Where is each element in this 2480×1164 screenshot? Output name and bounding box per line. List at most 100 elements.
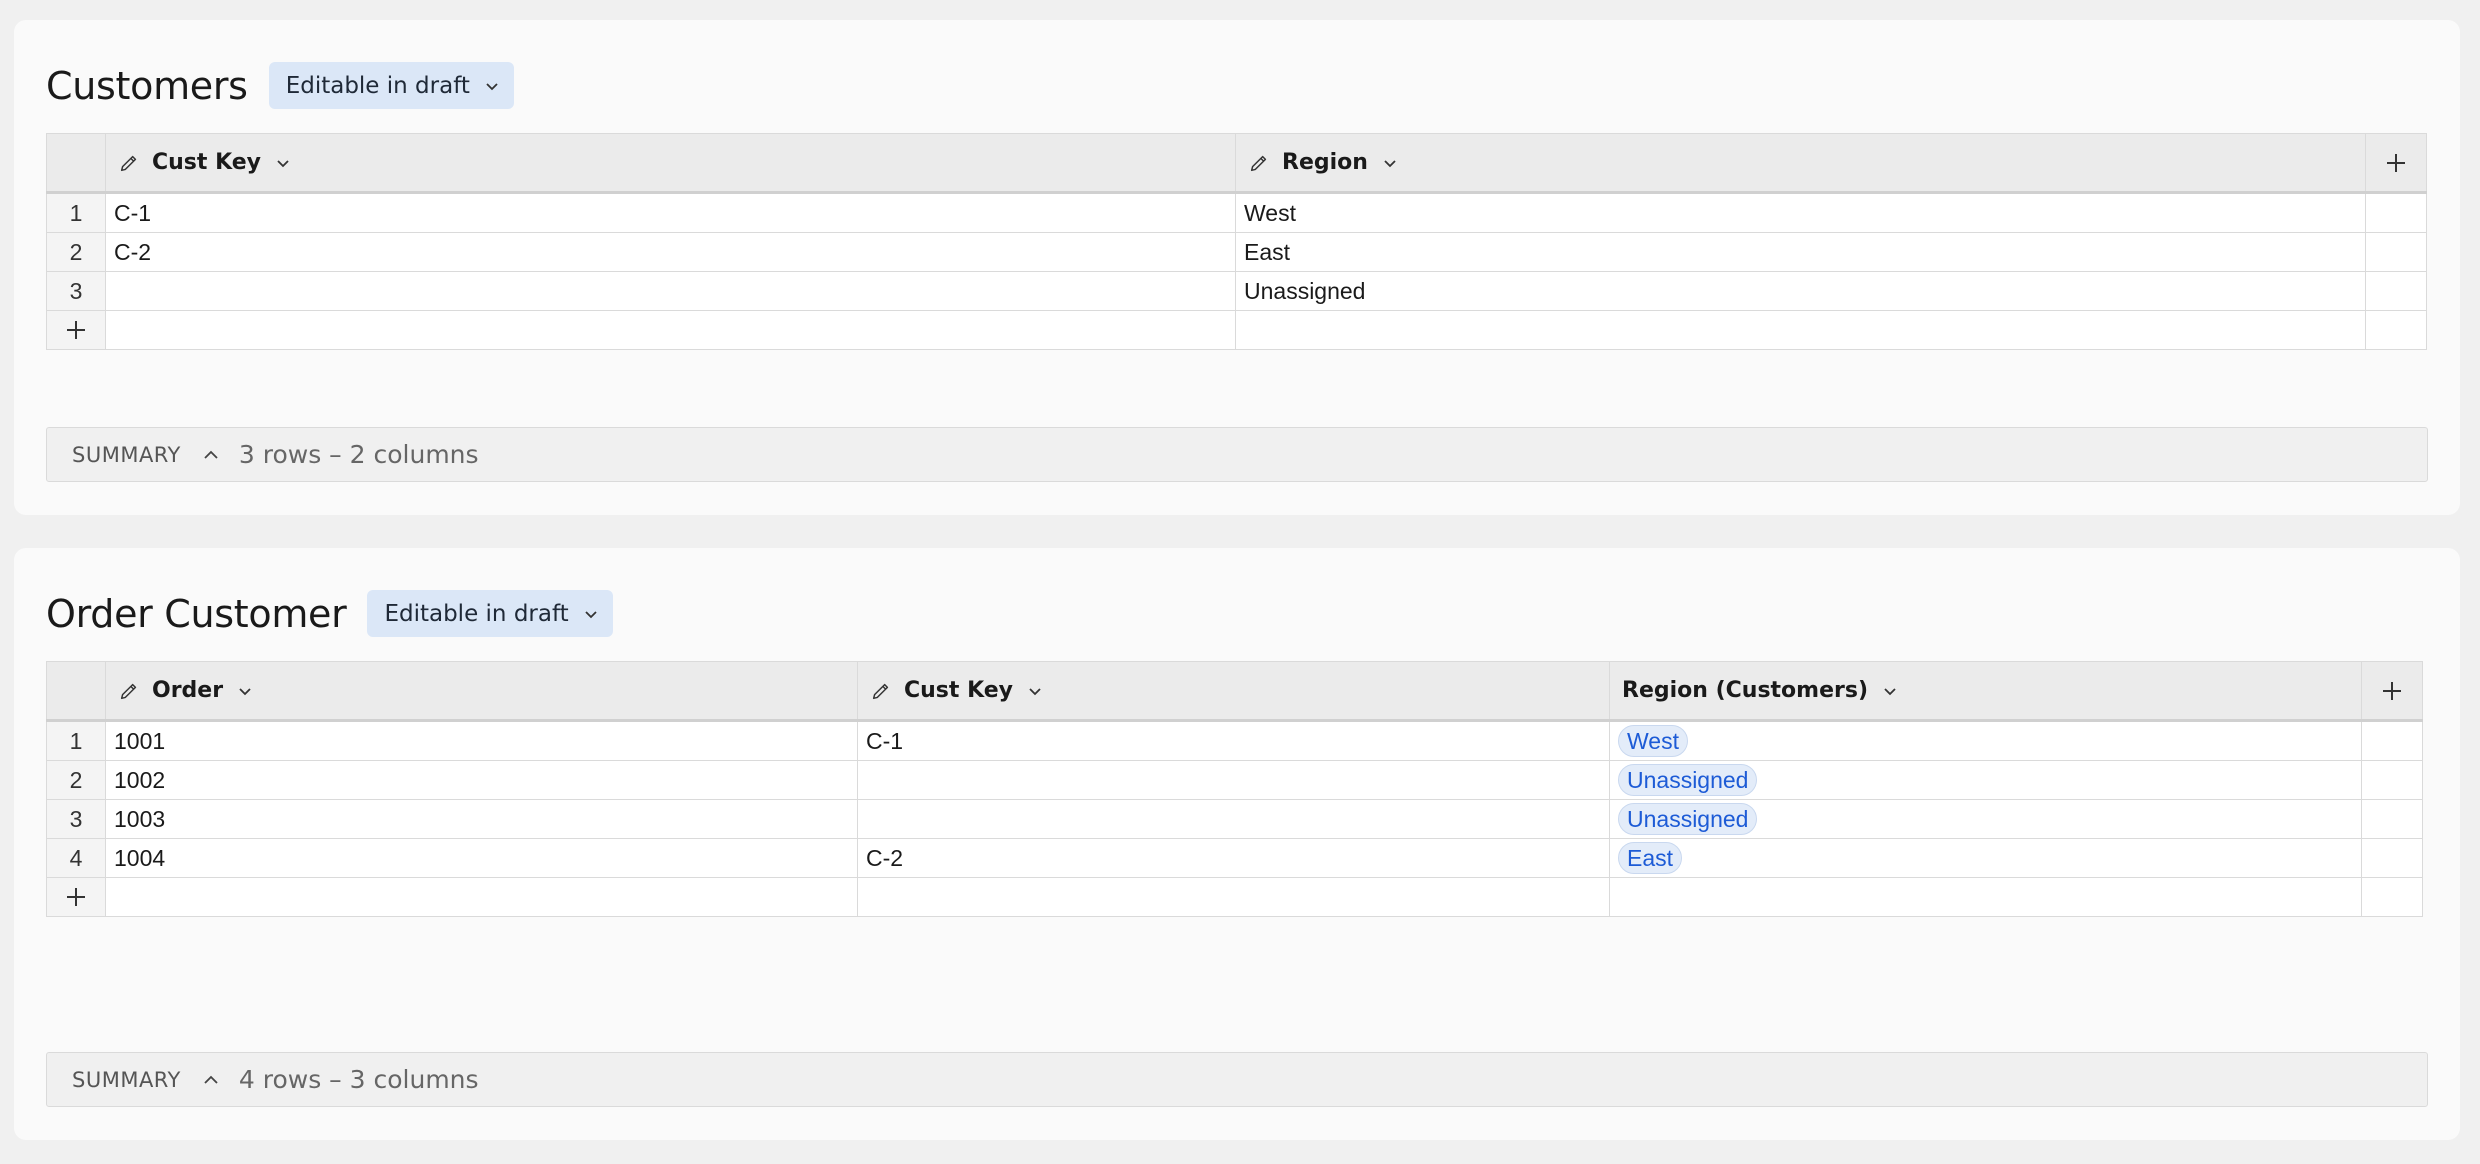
plus-icon [67,321,85,339]
table-row: 4 1004 C-2 East [46,838,2423,878]
column-label: Cust Key [904,678,1014,703]
region-cell[interactable]: West [1609,720,2362,761]
cust-key-cell[interactable]: C-2 [857,838,1610,878]
table-row: 3 1003 Unassigned [46,799,2423,839]
region-cell[interactable]: Unassigned [1609,760,2362,800]
corner-cell [46,661,106,721]
row-number[interactable]: 4 [46,838,106,878]
empty-cell [2361,799,2423,839]
pencil-icon [1250,155,1267,171]
table-row: 1 1001 C-1 West [46,720,2423,761]
cust-key-cell[interactable]: C-1 [857,720,1610,761]
column-label: Order [152,678,224,703]
region-cell[interactable]: East [1609,838,2362,878]
reference-pill[interactable]: East [1618,842,1683,874]
customers-panel: Customers Editable in draft Cust Key Reg… [14,20,2460,515]
table-row: 2 C-2 East [46,232,2427,272]
new-row-cell[interactable] [1609,877,2362,917]
pencil-icon [120,155,137,171]
chevron-down-icon[interactable] [1027,683,1043,699]
new-row-cell[interactable] [857,877,1610,917]
empty-cell [2361,877,2423,917]
table-row: 1 C-1 West [46,192,2427,233]
row-number[interactable]: 1 [46,192,106,233]
summary-info: 3 rows – 2 columns [238,440,479,469]
chevron-down-icon [585,610,597,618]
customers-title-row: Customers Editable in draft [46,62,514,109]
order-customer-panel: Order Customer Editable in draft Order C… [14,548,2460,1140]
order-customer-title-row: Order Customer Editable in draft [46,590,613,637]
corner-cell [46,133,106,193]
empty-cell [2365,310,2427,350]
edit-mode-dropdown[interactable]: Editable in draft [268,62,514,109]
column-header-order[interactable]: Order [105,661,858,721]
chevron-down-icon[interactable] [1882,683,1898,699]
edit-mode-dropdown[interactable]: Editable in draft [367,590,613,637]
chevron-down-icon[interactable] [275,155,291,171]
page-title: Customers [46,63,248,108]
row-number[interactable]: 3 [46,799,106,839]
table-row: 2 1002 Unassigned [46,760,2423,800]
reference-pill[interactable]: West [1618,725,1688,757]
cust-key-cell[interactable]: C-1 [105,192,1236,233]
cust-key-cell[interactable]: C-2 [105,232,1236,272]
order-cell[interactable]: 1004 [105,838,858,878]
order-cell[interactable]: 1001 [105,720,858,761]
column-label: Region [1282,150,1368,175]
plus-icon [2387,153,2405,172]
column-header-cust-key[interactable]: Cust Key [105,133,1236,193]
add-row [46,877,2423,917]
plus-icon [67,888,85,906]
row-number[interactable]: 2 [46,760,106,800]
summary-label: SUMMARY [72,442,181,467]
chevron-down-icon[interactable] [1382,155,1398,171]
column-label: Cust Key [152,150,262,175]
summary-info: 4 rows – 3 columns [238,1065,479,1094]
edit-mode-label: Editable in draft [285,72,470,99]
empty-cell [2361,760,2423,800]
summary-label: SUMMARY [72,1067,181,1092]
edit-mode-label: Editable in draft [384,600,569,627]
region-cell[interactable]: Unassigned [1609,799,2362,839]
order-cell[interactable]: 1003 [105,799,858,839]
reference-pill[interactable]: Unassigned [1618,764,1758,796]
column-header-region-customers[interactable]: Region (Customers) [1609,661,2362,721]
region-cell[interactable]: West [1235,192,2366,233]
table-row: 3 Unassigned [46,271,2427,311]
cust-key-cell[interactable] [105,271,1236,311]
empty-cell [2361,720,2423,761]
customers-table: Cust Key Region 1 C-1 West 2 C-2 East 3 … [46,133,2427,350]
cust-key-cell[interactable] [857,760,1610,800]
row-number[interactable]: 2 [46,232,106,272]
order-cell[interactable]: 1002 [105,760,858,800]
empty-cell [2365,192,2427,233]
chevron-up-icon[interactable] [201,445,221,465]
chevron-down-icon[interactable] [237,683,253,699]
pencil-icon [120,683,137,699]
add-column-button[interactable] [2361,661,2423,721]
empty-cell [2361,838,2423,878]
add-row-button[interactable] [46,310,106,350]
add-row-button[interactable] [46,877,106,917]
empty-cell [2365,271,2427,311]
column-header-region[interactable]: Region [1235,133,2366,193]
summary-bar[interactable]: SUMMARY 4 rows – 3 columns [46,1052,2428,1107]
summary-bar[interactable]: SUMMARY 3 rows – 2 columns [46,427,2428,482]
chevron-up-icon[interactable] [201,1070,221,1090]
plus-icon [2383,681,2401,700]
row-number[interactable]: 3 [46,271,106,311]
region-cell[interactable]: Unassigned [1235,271,2366,311]
order-customer-table: Order Cust Key Region (Customers) 1 1001… [46,661,2423,917]
add-column-button[interactable] [2365,133,2427,193]
page-title: Order Customer [46,591,347,636]
pencil-icon [872,683,889,699]
row-number[interactable]: 1 [46,720,106,761]
chevron-down-icon [486,82,498,90]
column-header-cust-key[interactable]: Cust Key [857,661,1610,721]
region-cell[interactable]: East [1235,232,2366,272]
new-row-cell[interactable] [105,310,1236,350]
new-row-cell[interactable] [1235,310,2366,350]
new-row-cell[interactable] [105,877,858,917]
reference-pill[interactable]: Unassigned [1618,803,1758,835]
cust-key-cell[interactable] [857,799,1610,839]
